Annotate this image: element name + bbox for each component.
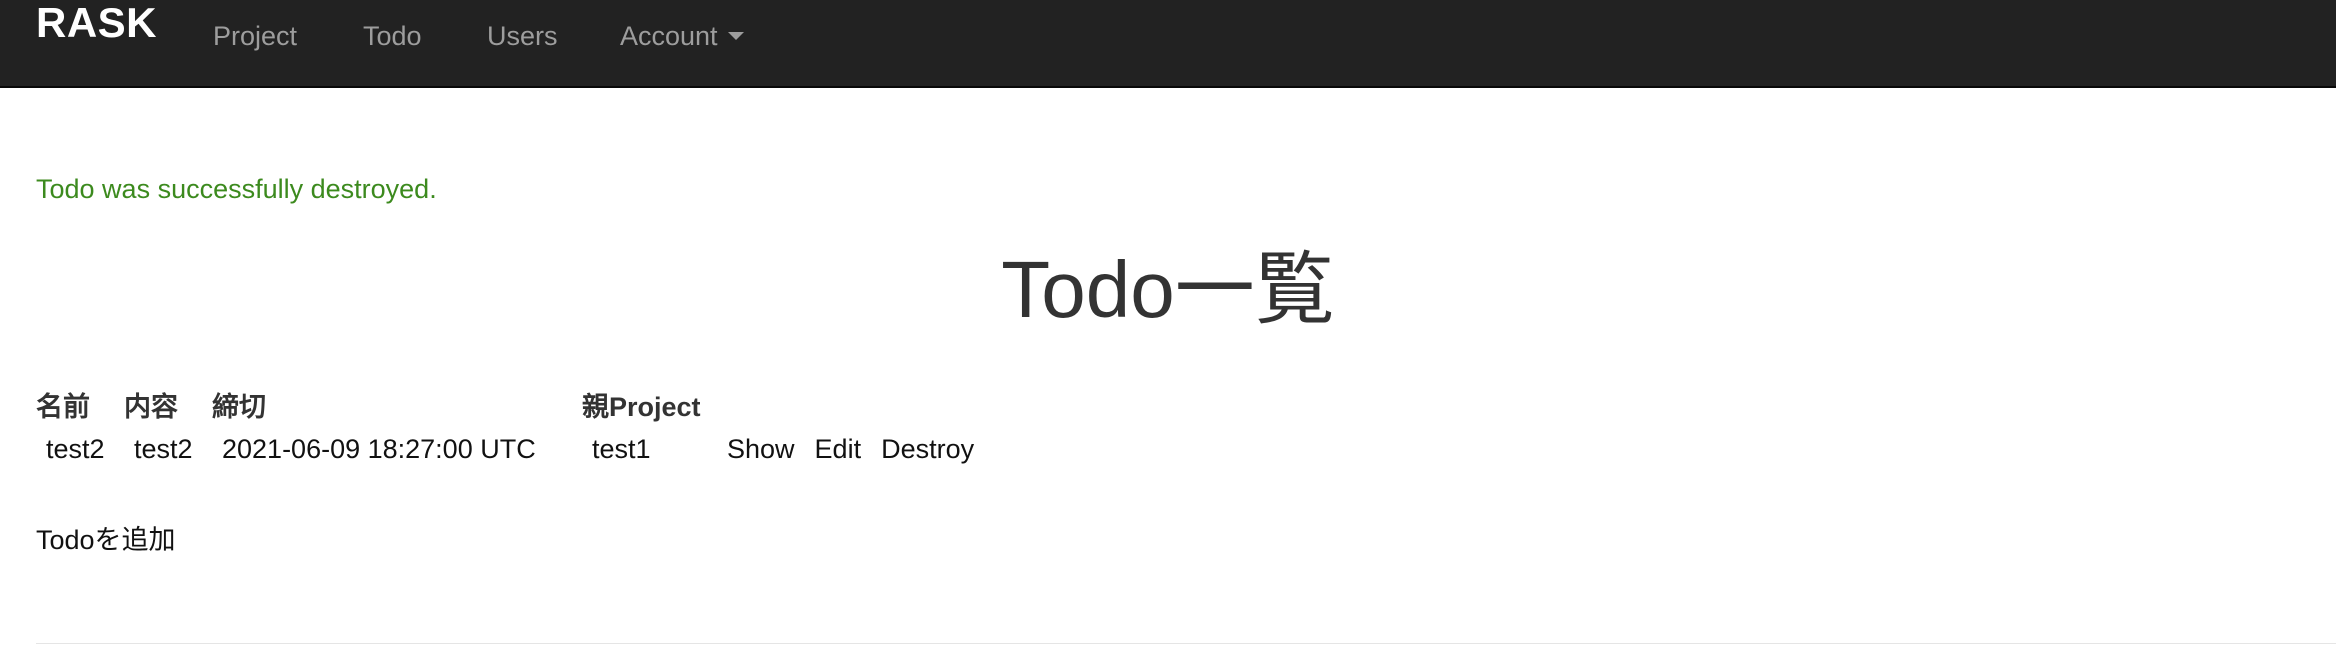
brand-logo[interactable]: RASK <box>36 0 157 46</box>
table-header-row: 名前 内容 締切 親Project <box>36 384 984 424</box>
cell-destroy: Destroy <box>871 424 984 474</box>
destroy-link[interactable]: Destroy <box>881 434 974 464</box>
nav-item-account-label: Account <box>620 21 718 51</box>
add-todo-link[interactable]: Todoを追加 <box>36 518 176 557</box>
nav-item-todo[interactable]: Todo <box>363 0 422 72</box>
edit-link[interactable]: Edit <box>815 434 862 464</box>
cell-parent-project: test1 <box>592 433 651 464</box>
column-header-deadline: 締切 <box>212 391 266 422</box>
flash-notice: Todo was successfully destroyed. <box>36 174 437 204</box>
cell-show: Show <box>727 424 805 474</box>
column-header-name: 名前 <box>36 391 90 422</box>
todo-table: 名前 内容 締切 親Project test2 test2 2021-06-09… <box>36 384 984 474</box>
nav-item-account-dropdown[interactable]: Account <box>620 0 744 72</box>
caret-down-icon <box>727 31 744 40</box>
nav-item-project[interactable]: Project <box>213 0 297 72</box>
cell-name: test2 <box>46 433 105 464</box>
top-navbar: RASK Project Todo Users Account <box>0 0 2336 88</box>
column-header-destroy <box>871 384 984 424</box>
column-header-edit <box>805 384 872 424</box>
column-header-show <box>727 384 805 424</box>
page-title: Todo一覧 <box>1001 245 1335 334</box>
footer-divider <box>36 643 2336 644</box>
table-row: test2 test2 2021-06-09 18:27:00 UTC test… <box>36 424 984 474</box>
cell-edit: Edit <box>805 424 872 474</box>
show-link[interactable]: Show <box>727 434 795 464</box>
column-header-content: 内容 <box>124 391 178 422</box>
cell-content: test2 <box>134 433 193 464</box>
column-header-parent-project: 親Project <box>582 391 701 422</box>
nav-item-users[interactable]: Users <box>487 0 558 72</box>
cell-deadline: 2021-06-09 18:27:00 UTC <box>222 433 536 464</box>
